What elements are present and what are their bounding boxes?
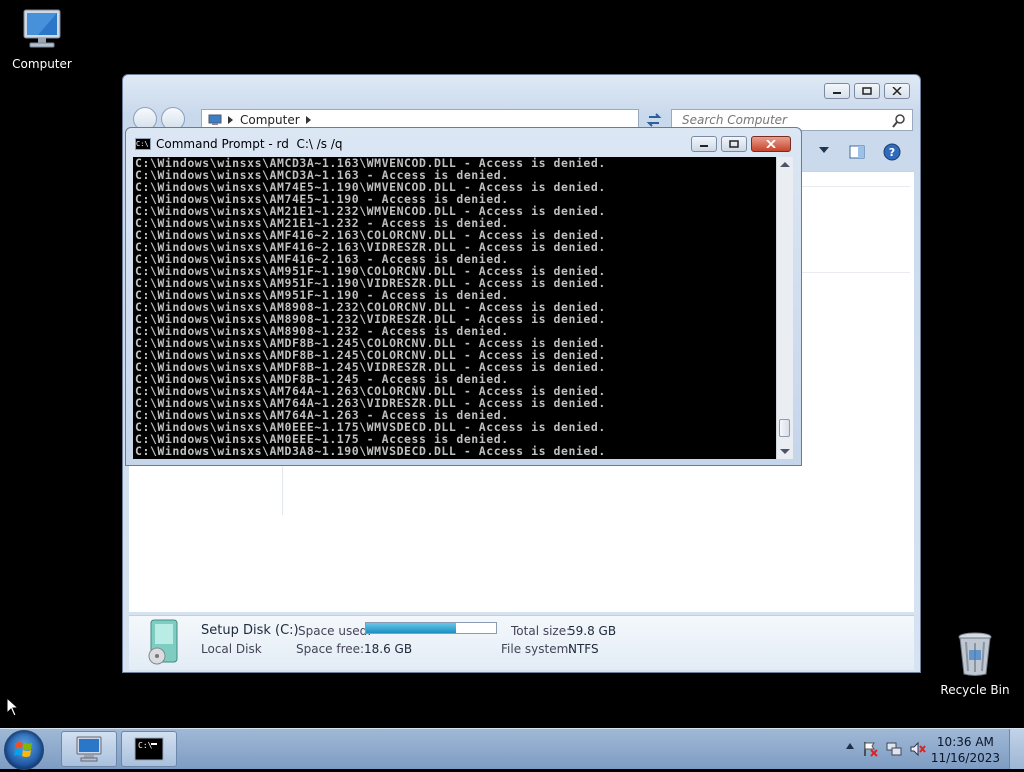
- preview-pane-icon[interactable]: [849, 145, 865, 159]
- search-icon[interactable]: [892, 114, 906, 128]
- total-size-label: Total size:: [511, 624, 571, 638]
- maximize-button[interactable]: [721, 136, 747, 152]
- cmd-icon-text: C:\: [138, 741, 153, 750]
- drive-type: Local Disk: [201, 642, 262, 656]
- desktop-icon-label: Recycle Bin: [940, 683, 1010, 697]
- mouse-cursor-icon: [6, 697, 20, 717]
- breadcrumb-computer[interactable]: Computer: [240, 113, 300, 127]
- svg-text:?: ?: [889, 146, 895, 159]
- explorer-computer-icon: [76, 736, 102, 762]
- drive-name: Setup Disk (C:): [201, 623, 299, 638]
- clock-date: 11/16/2023: [930, 751, 1000, 765]
- recycle-bin-icon: [958, 632, 992, 676]
- space-used-label: Space used:: [298, 624, 372, 638]
- maximize-icon: [729, 140, 739, 148]
- maximize-button[interactable]: [854, 83, 880, 99]
- tray-clock[interactable]: 10:36 AM 11/16/2023: [931, 734, 1000, 766]
- close-icon: [892, 87, 902, 95]
- chevron-down-icon[interactable]: [819, 147, 829, 153]
- desktop-icon-computer[interactable]: Computer: [0, 8, 84, 71]
- taskbar: C:\ 10:36 AM 11/16/2023: [0, 728, 1024, 770]
- search-input[interactable]: [680, 112, 884, 128]
- show-desktop-button[interactable]: [1009, 729, 1024, 769]
- console-output[interactable]: C:\Windows\winsxs\AMCD3A~1.163\WMVENCOD.…: [133, 157, 776, 459]
- scroll-down-arrow-icon[interactable]: [780, 449, 790, 454]
- computer-icon: [23, 9, 61, 48]
- action-center-flag-icon[interactable]: [862, 741, 878, 757]
- details-pane: Setup Disk (C:) Local Disk Space used: S…: [129, 615, 914, 670]
- clock-time: 10:36 AM: [936, 735, 994, 749]
- scroll-up-arrow-icon[interactable]: [780, 162, 790, 167]
- minimize-button[interactable]: [691, 136, 717, 152]
- command-prompt-icon: C:\: [134, 737, 164, 761]
- desktop-icon-label: Computer: [12, 57, 72, 71]
- console-scrollbar[interactable]: [776, 157, 793, 459]
- close-button[interactable]: [884, 83, 910, 99]
- space-free-label: Space free:: [296, 642, 365, 656]
- scroll-thumb[interactable]: [779, 419, 790, 437]
- close-button[interactable]: [751, 136, 791, 152]
- space-free-value: 18.6 GB: [364, 642, 413, 656]
- total-size-value: 59.8 GB: [568, 624, 617, 638]
- console-lines: C:\Windows\winsxs\AMCD3A~1.163\WMVENCOD.…: [133, 157, 776, 457]
- volume-muted-icon[interactable]: [910, 741, 926, 757]
- space-used-bar: [365, 622, 497, 634]
- computer-small-icon: [208, 114, 222, 125]
- command-prompt-title-icon: C:\: [135, 138, 151, 150]
- command-prompt-window[interactable]: C:\ Command Prompt - rd C:\ /s /q C:\Win…: [125, 127, 802, 466]
- file-system-value: NTFS: [568, 642, 599, 656]
- space-used-bar-fill: [366, 623, 456, 633]
- minimize-button[interactable]: [824, 83, 850, 99]
- minimize-icon: [700, 145, 708, 147]
- windows-logo-icon: [14, 742, 32, 757]
- maximize-icon: [862, 87, 872, 95]
- breadcrumb-arrow-icon: [228, 116, 233, 124]
- help-icon[interactable]: ?: [883, 143, 901, 161]
- breadcrumb-arrow-icon: [305, 116, 311, 124]
- minimize-icon: [833, 92, 841, 94]
- console-line: C:\Windows\winsxs\AMD3A8~1.190\WMVSDECD.…: [135, 444, 606, 458]
- file-system-label: File system:: [501, 642, 573, 656]
- start-button[interactable]: [4, 730, 44, 770]
- network-icon[interactable]: [886, 741, 902, 757]
- close-icon: [766, 140, 776, 148]
- show-hidden-icons-icon[interactable]: [846, 743, 854, 749]
- window-title: Command Prompt - rd C:\ /s /q: [156, 137, 343, 151]
- drive-icon: [148, 619, 178, 665]
- desktop-icon-recycle-bin[interactable]: Recycle Bin: [933, 630, 1017, 697]
- cmd-window-controls: [691, 136, 791, 152]
- taskbar-explorer-button[interactable]: [61, 731, 117, 767]
- taskbar-command-prompt-button[interactable]: C:\: [121, 731, 177, 767]
- explorer-window-controls: [824, 83, 910, 99]
